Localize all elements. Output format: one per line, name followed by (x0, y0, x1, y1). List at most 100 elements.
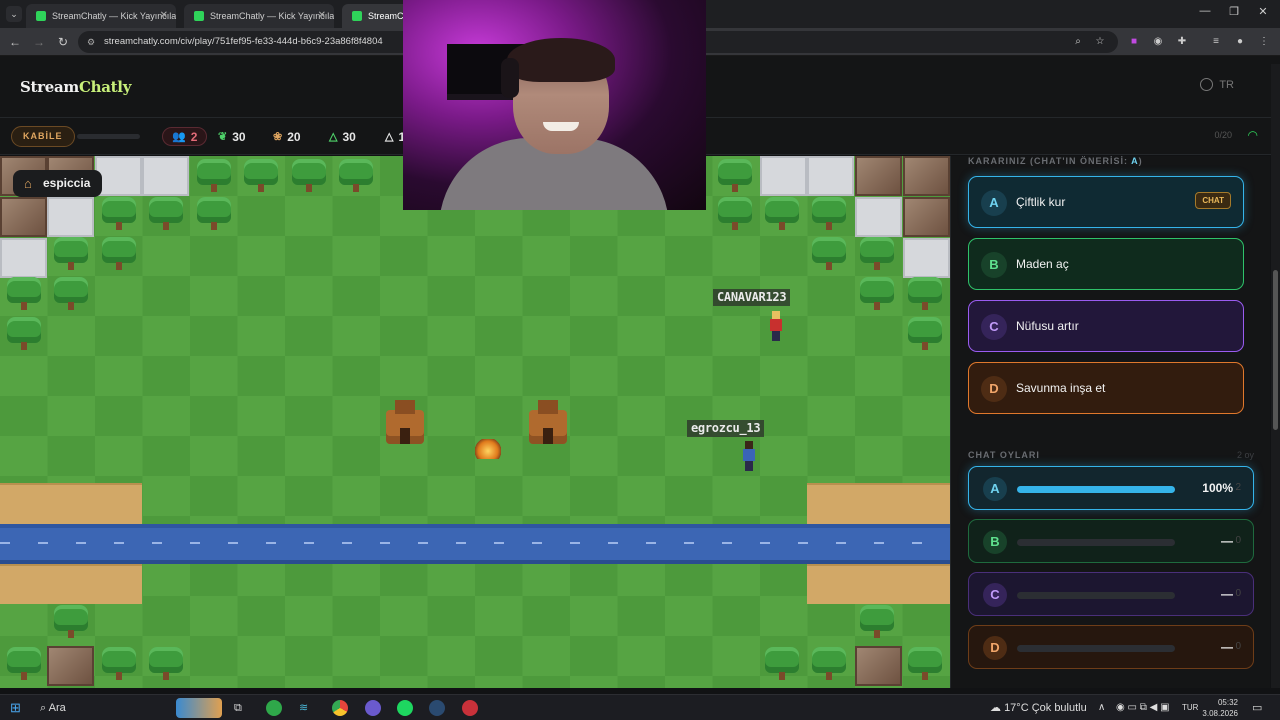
site-logo[interactable]: StreamChatly (20, 78, 131, 96)
webcam-streamer-hair (507, 38, 615, 82)
steam-icon[interactable] (429, 700, 445, 716)
vote-count: 2 (1235, 482, 1241, 493)
vote-track (1017, 645, 1175, 652)
kick-favicon-icon (194, 11, 204, 21)
browser-menu-icon[interactable]: ⋮ (1256, 34, 1272, 50)
tree (49, 602, 93, 642)
keyboard-language[interactable]: TUR (1182, 699, 1198, 717)
game-map[interactable]: CANAVAR123 egrozcu_13 ⌂ espiccia (0, 156, 950, 688)
stone-tile (142, 156, 189, 196)
food-stat: ❀ 20 (273, 127, 301, 146)
system-clock[interactable]: 05:32 3.08.2026 (1202, 697, 1238, 719)
spotify-icon[interactable] (397, 700, 413, 716)
kick-favicon-icon (352, 11, 362, 21)
app-icon[interactable] (462, 700, 478, 716)
vote-track (1017, 539, 1175, 546)
leaf-icon: ❦ (218, 131, 228, 143)
sand-bank (0, 564, 142, 604)
profile-avatar-icon[interactable]: ● (1232, 34, 1248, 50)
tree (334, 156, 378, 196)
campfire[interactable] (475, 439, 501, 459)
hut-roof (395, 400, 415, 414)
stone-stat: △ 30 (329, 127, 356, 146)
option-letter: C (981, 314, 1007, 340)
vote-count: 0 (1235, 641, 1241, 652)
extensions-puzzle-icon[interactable]: ✚ (1174, 34, 1190, 50)
tray-icons[interactable]: ◉ ▭ ⧉ ◀ ▣ (1116, 699, 1170, 717)
reload-icon[interactable]: ↻ (55, 34, 71, 50)
votes-meta: 2 oy (1237, 450, 1255, 460)
forward-icon[interactable]: → (31, 34, 47, 50)
villager-body (743, 449, 755, 461)
app-icon[interactable]: ≋ (299, 699, 308, 717)
sand-bank (807, 483, 950, 524)
close-window-icon[interactable]: ✕ (1254, 5, 1272, 18)
browser-tab-2[interactable]: StreamChatly — Kick Yayıncıları ✕ (184, 4, 334, 28)
votes-title: CHAT OYLARI (968, 450, 1040, 460)
decision-title: KARARINIZ (CHAT'IN ÖNERİSİ: A) (968, 156, 1143, 166)
close-tab-icon[interactable]: ✕ (318, 10, 326, 21)
app-icon[interactable] (266, 700, 282, 716)
stone-value: 30 (342, 129, 356, 144)
villager-legs (745, 461, 753, 471)
weather-widget[interactable]: ☁ 17°C Çok bulutlu (990, 699, 1087, 717)
taskbar-search[interactable]: ⌕ Ara (40, 699, 66, 717)
close-tab-icon[interactable]: ✕ (160, 10, 168, 21)
hut-building[interactable] (527, 400, 569, 446)
language-switcher[interactable]: TR (1200, 78, 1234, 91)
notification-icon[interactable]: ▭ (1252, 699, 1262, 717)
vote-row-c: C — 0 (968, 572, 1254, 616)
task-view-icon[interactable]: ⧉ (234, 699, 242, 717)
vote-fill (1017, 486, 1175, 493)
hut-roof (538, 400, 558, 414)
villager-body (770, 319, 782, 331)
hut-building[interactable] (384, 400, 426, 446)
villager-unit[interactable] (769, 311, 783, 345)
wood-stat: ❦ 30 (218, 127, 246, 146)
extension-icon[interactable]: ■ (1126, 34, 1142, 50)
option-label: Nüfusu artır (1016, 319, 1079, 333)
discord-icon[interactable] (365, 700, 381, 716)
webcam-streamer-smile (543, 122, 579, 131)
sand-bank (807, 564, 950, 604)
tab-title: StreamChatly — Kick Yayıncıları (52, 11, 176, 21)
clock-date: 3.08.2026 (1202, 709, 1238, 718)
back-icon[interactable]: ← (7, 34, 23, 50)
weather-text: 17°C Çok bulutlu (1004, 702, 1087, 714)
extension-icon[interactable]: ◉ (1150, 34, 1166, 50)
search-highlight-icon[interactable] (176, 698, 222, 718)
vote-track (1017, 592, 1175, 599)
site-info-icon[interactable]: ⚙ (87, 31, 95, 53)
option-a-button[interactable]: A Çiftlik kur CHAT (968, 176, 1244, 228)
tray-chevron-icon[interactable]: ∧ (1098, 699, 1105, 717)
rock-tile (903, 156, 950, 196)
zoom-icon[interactable]: ⌕ (1070, 34, 1086, 50)
wheat-icon: ❀ (273, 131, 283, 143)
vote-letter: C (983, 583, 1007, 607)
villager-unit[interactable] (742, 441, 756, 475)
windows-start-icon[interactable]: ⊞ (10, 699, 21, 717)
windows-taskbar: ⊞ ⌕ Ara ⧉ ≋ ☁ 17°C Çok bulutlu ∧ ◉ ▭ ⧉ ◀… (0, 694, 1280, 720)
vote-count: 0 (1235, 588, 1241, 599)
clock-time: 05:32 (1217, 698, 1238, 707)
tree (2, 274, 46, 314)
vote-letter: B (983, 530, 1007, 554)
tab-search-icon[interactable]: ⌄ (6, 6, 22, 22)
rock-tile (903, 197, 950, 237)
stone-tile (760, 156, 807, 196)
url-text: streamchatly.com/civ/play/751fef95-fe33-… (104, 36, 383, 47)
option-b-button[interactable]: B Maden aç (968, 238, 1244, 290)
reading-list-icon[interactable]: ≡ (1208, 34, 1224, 50)
option-c-button[interactable]: C Nüfusu artır (968, 300, 1244, 352)
option-d-button[interactable]: D Savunma inşa et (968, 362, 1244, 414)
tab-title: StreamChatly — Kick Yayıncıları (210, 11, 334, 21)
scrollbar-thumb[interactable] (1273, 270, 1278, 430)
browser-tab-1[interactable]: StreamChatly — Kick Yayıncıları ✕ (26, 4, 176, 28)
restore-icon[interactable]: ❐ (1225, 5, 1243, 18)
tree (97, 194, 141, 234)
minimize-icon[interactable]: — (1196, 5, 1214, 17)
search-icon: ⌕ (40, 702, 49, 714)
bookmark-star-icon[interactable]: ☆ (1092, 34, 1108, 50)
river (0, 524, 950, 564)
chrome-icon[interactable] (332, 700, 348, 716)
